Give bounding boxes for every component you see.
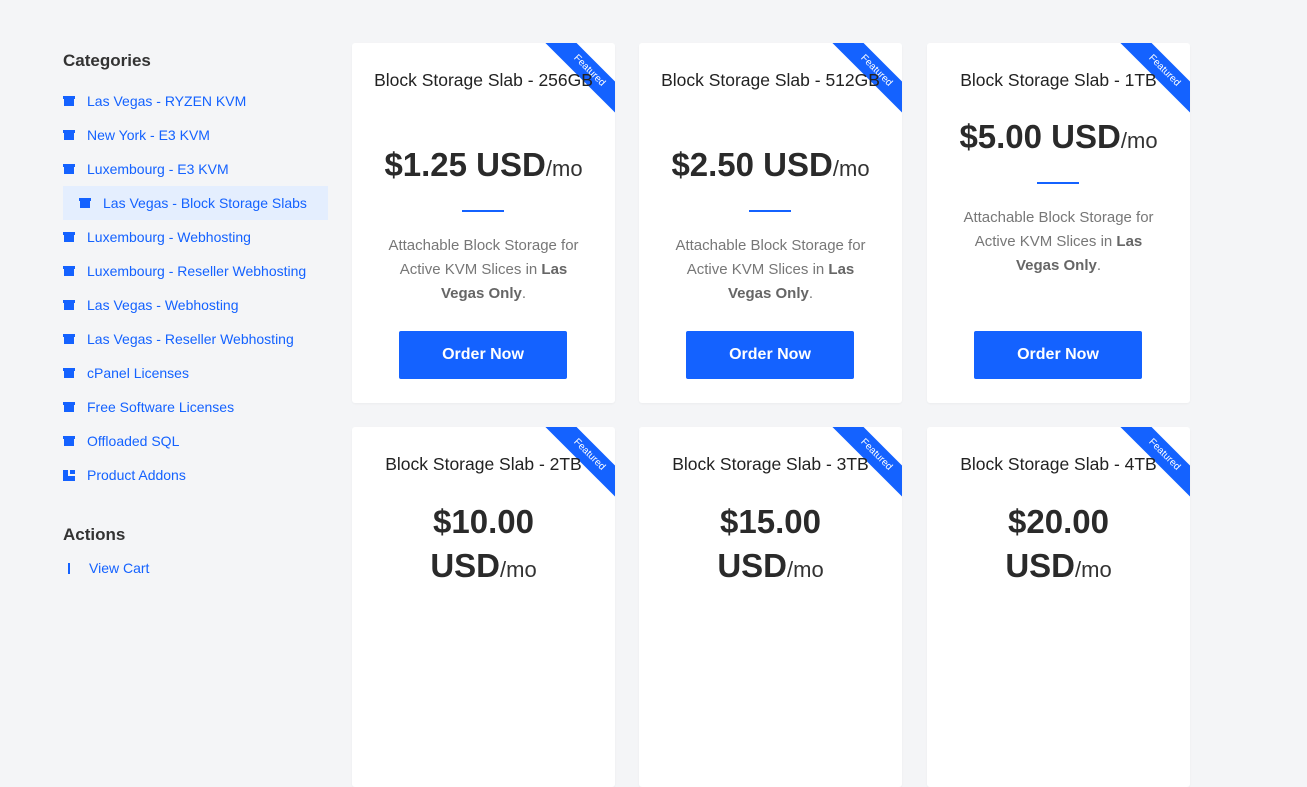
sidebar-item-new-york-e3-kvm[interactable]: New York - E3 KVM [63, 118, 328, 152]
box-icon [63, 435, 75, 447]
box-icon [63, 231, 75, 243]
sidebar-item-free-software-licenses[interactable]: Free Software Licenses [63, 390, 328, 424]
price-divider [462, 210, 504, 212]
description-end: . [1096, 257, 1102, 274]
view-cart-link[interactable]: View Cart [63, 560, 149, 576]
category-list: Las Vegas - RYZEN KVM New York - E3 KVM … [63, 84, 328, 492]
box-icon [63, 401, 75, 413]
action-item-label: View Cart [89, 560, 150, 576]
price-amount: $1.25 USD [384, 146, 546, 183]
sidebar-item-label: Offloaded SQL [87, 433, 180, 449]
product-title: Block Storage Slab - 1TB [960, 70, 1157, 90]
product-description: Attachable Block Storage for Active KVM … [951, 206, 1166, 278]
sidebar-item-las-vegas-reseller-webhosting[interactable]: Las Vegas - Reseller Webhosting [63, 322, 328, 356]
price-period: /mo [500, 557, 537, 582]
sidebar-item-label: Product Addons [87, 467, 186, 483]
box-icon [63, 333, 75, 345]
order-now-button[interactable]: Order Now [686, 331, 854, 379]
sidebar-item-las-vegas-block-storage-slabs[interactable]: Las Vegas - Block Storage Slabs [63, 186, 328, 220]
sidebar-item-label: Luxembourg - Reseller Webhosting [87, 263, 307, 279]
sidebar-item-label: Luxembourg - Webhosting [87, 229, 251, 245]
box-icon [63, 299, 75, 311]
order-now-button[interactable]: Order Now [399, 331, 567, 379]
description-end: . [808, 285, 814, 302]
sidebar-item-product-addons[interactable]: Product Addons [63, 458, 328, 492]
product-card: Featured Block Storage Slab - 256GB $1.2… [352, 43, 615, 403]
cart-icon [63, 562, 75, 574]
product-card: Featured Block Storage Slab - 3TB $15.00… [639, 427, 902, 787]
sidebar-item-offloaded-sql[interactable]: Offloaded SQL [63, 424, 328, 458]
sidebar-item-las-vegas-webhosting[interactable]: Las Vegas - Webhosting [63, 288, 328, 322]
box-icon [63, 129, 75, 141]
price-period: /mo [545, 156, 583, 181]
box-icon [79, 197, 91, 209]
product-title: Block Storage Slab - 2TB [385, 454, 582, 474]
price-period: /mo [1120, 128, 1158, 153]
sidebar-item-luxembourg-webhosting[interactable]: Luxembourg - Webhosting [63, 220, 328, 254]
box-icon [63, 95, 75, 107]
price-period: /mo [787, 557, 824, 582]
price-period: /mo [1075, 557, 1112, 582]
description-end: . [521, 285, 527, 302]
product-title: Block Storage Slab - 256GB [374, 70, 593, 90]
actions-heading: Actions [63, 525, 126, 544]
sidebar-item-label: New York - E3 KVM [87, 127, 210, 143]
sidebar-item-label: Luxembourg - E3 KVM [87, 161, 229, 177]
cubes-icon [63, 469, 75, 481]
product-price: $5.00 USD/mo [937, 115, 1180, 163]
product-card: Featured Block Storage Slab - 512GB $2.5… [639, 43, 902, 403]
box-icon [63, 265, 75, 277]
sidebar-item-label: Las Vegas - Webhosting [87, 297, 239, 313]
product-card: Featured Block Storage Slab - 1TB $5.00 … [927, 43, 1190, 403]
sidebar-item-label: Free Software Licenses [87, 399, 235, 415]
sidebar-item-label: Las Vegas - Block Storage Slabs [103, 195, 307, 211]
price-amount: $2.50 USD [671, 146, 833, 183]
product-price: $2.50 USD/mo [649, 143, 892, 191]
product-card: Featured Block Storage Slab - 4TB $20.00… [927, 427, 1190, 787]
product-description: Attachable Block Storage for Active KVM … [376, 234, 591, 306]
product-card: Featured Block Storage Slab - 2TB $10.00… [352, 427, 615, 787]
product-price: $10.00 USD/mo [396, 500, 571, 592]
price-divider [1037, 182, 1079, 184]
box-icon [63, 163, 75, 175]
sidebar-item-label: Las Vegas - Reseller Webhosting [87, 331, 294, 347]
sidebar-item-las-vegas-ryzen-kvm[interactable]: Las Vegas - RYZEN KVM [63, 84, 328, 118]
product-price: $1.25 USD/mo [362, 143, 605, 191]
product-title: Block Storage Slab - 4TB [960, 454, 1157, 474]
product-price: $20.00 USD/mo [971, 500, 1146, 592]
price-period: /mo [832, 156, 870, 181]
box-icon [63, 367, 75, 379]
sidebar-item-cpanel-licenses[interactable]: cPanel Licenses [63, 356, 328, 390]
product-price: $15.00 USD/mo [683, 500, 858, 592]
order-now-button[interactable]: Order Now [974, 331, 1142, 379]
product-description: Attachable Block Storage for Active KVM … [663, 234, 878, 306]
categories-heading: Categories [63, 51, 151, 70]
sidebar-item-label: Las Vegas - RYZEN KVM [87, 93, 247, 109]
sidebar-item-label: cPanel Licenses [87, 365, 189, 381]
price-amount: $5.00 USD [959, 118, 1121, 155]
sidebar-item-luxembourg-e3-kvm[interactable]: Luxembourg - E3 KVM [63, 152, 328, 186]
price-divider [749, 210, 791, 212]
product-title: Block Storage Slab - 3TB [672, 454, 869, 474]
product-title: Block Storage Slab - 512GB [661, 70, 880, 90]
sidebar-item-luxembourg-reseller-webhosting[interactable]: Luxembourg - Reseller Webhosting [63, 254, 328, 288]
